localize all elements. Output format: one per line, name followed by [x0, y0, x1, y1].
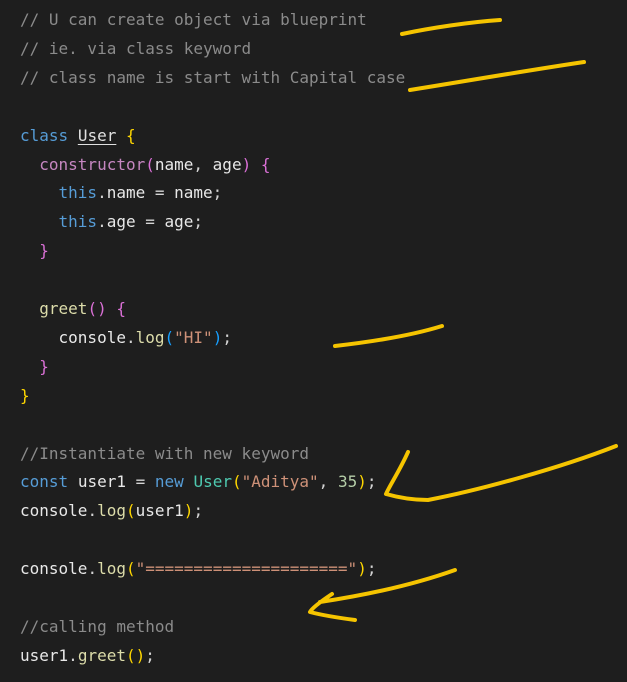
annotation-underline-2	[408, 60, 586, 92]
annotation-arrow-1	[384, 444, 618, 502]
annotation-underline-1	[400, 18, 502, 36]
handwritten-annotations	[308, 18, 618, 622]
annotation-arrow-2	[308, 568, 457, 622]
annotation-underline-3	[333, 324, 444, 348]
